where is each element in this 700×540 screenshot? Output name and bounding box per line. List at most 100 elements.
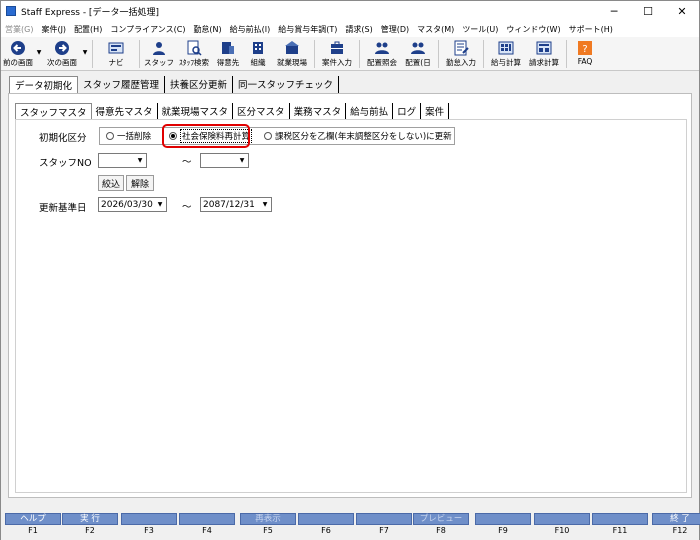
menu-item[interactable]: コンプライアンス(C) [106,24,189,35]
chevron-down-icon: ▼ [237,155,247,166]
fkey-button[interactable] [121,513,177,525]
staff-button[interactable]: スタッフ [143,37,175,71]
fkey-f3[interactable]: F3 [121,513,177,538]
date-to-select[interactable]: 2087/12/31 ▼ [200,197,272,212]
fkey-label: F11 [612,526,628,535]
subtab-case[interactable]: 案件 [421,103,450,119]
staff-search-button[interactable]: ｽﾀｯﾌ検索 [175,37,213,71]
update-date-label: 更新基準日 [39,203,87,214]
fkey-f8[interactable]: プレビュー F8 [413,513,469,538]
fkey-f11[interactable]: F11 [592,513,648,538]
fkey-button[interactable]: 終 了 [652,513,700,525]
menu-item[interactable]: 請求(S) [341,24,376,35]
menu-item[interactable]: 給与賞与年調(T) [274,24,341,35]
fkey-f5[interactable]: 再表示 F5 [240,513,296,538]
tab-dependent-update[interactable]: 扶養区分更新 [165,76,234,93]
fkey-f10[interactable]: F10 [534,513,590,538]
forward-button[interactable]: 次の画面 [43,37,81,71]
radio-indicator [264,132,273,140]
fkey-label: F1 [28,526,38,535]
fkey-button[interactable] [592,513,648,525]
fkey-button[interactable] [356,513,412,525]
function-key-bar: ヘルプ F1 実 行 F2 F3 F4 再表示 F5 F6 F7 プレビュー F8 F9 F10 F11 終 … [1,511,700,540]
fkey-label: F7 [379,526,389,535]
svg-text:?: ? [582,44,587,55]
fkey-f7[interactable]: F7 [356,513,412,538]
menu-item[interactable]: 案件(J) [37,24,70,35]
menu-item[interactable]: ツール(U) [458,24,502,35]
organization-button[interactable]: 組織 [243,37,273,71]
forward-dropdown-icon[interactable]: ▼ [81,37,89,56]
subtab-worksite-master[interactable]: 就業現場マスタ [158,103,234,119]
fkey-button[interactable]: ヘルプ [5,513,61,525]
placement-daily-button[interactable]: 配置(日 [401,37,435,71]
fkey-button[interactable]: 実 行 [62,513,118,525]
worksite-icon [284,40,300,56]
organization-icon [250,40,266,56]
fkey-label: F3 [144,526,154,535]
app-logo-icon [6,6,16,16]
fkey-label: F4 [202,526,212,535]
toolbar: 前の画面 ▼ 次の画面 ▼ ナビ スタッフ ｽﾀｯﾌ検索 得意先 組織 就業現場… [1,37,699,71]
clear-button[interactable]: 解除 [126,175,154,191]
subtab-staff-master[interactable]: スタッフマスタ [15,103,92,119]
subtab-work-master[interactable]: 業務マスタ [290,103,347,119]
date-from-select[interactable]: 2026/03/30 ▼ [98,197,167,212]
attendance-entry-button[interactable]: 勤怠入力 [442,37,480,71]
staff-search-icon [186,40,202,56]
menu-item[interactable]: 給与前払(I) [226,24,275,35]
title-bar: Staff Express - [データ一括処理] ─ ☐ ✕ [1,1,699,21]
case-entry-button[interactable]: 案件入力 [318,37,356,71]
faq-button[interactable]: ? FAQ [570,37,600,71]
subtab-category-master[interactable]: 区分マスタ [233,103,290,119]
payroll-button[interactable]: 給与計算 [487,37,525,71]
maximize-icon[interactable]: ☐ [631,1,665,21]
staff-no-label: スタッフNO [39,158,92,169]
fkey-button[interactable] [475,513,531,525]
back-dropdown-icon[interactable]: ▼ [35,37,43,56]
radio-indicator [106,132,114,140]
fkey-button[interactable] [298,513,354,525]
tab-data-init[interactable]: データ初期化 [9,76,79,93]
fkey-button[interactable]: プレビュー [413,513,469,525]
client-button[interactable]: 得意先 [213,37,243,71]
subtab-client-master[interactable]: 得意先マスタ [92,103,158,119]
init-type-label: 初期化区分 [39,133,87,144]
fkey-f1[interactable]: ヘルプ F1 [5,513,61,538]
menu-item[interactable]: マスタ(M) [413,24,458,35]
staff-no-to-select[interactable]: ▼ [200,153,249,168]
navi-button[interactable]: ナビ [96,37,136,71]
menu-item[interactable]: サポート(H) [565,24,617,35]
minimize-icon[interactable]: ─ [597,1,631,21]
fkey-button[interactable] [534,513,590,525]
menu-item[interactable]: 営業(G) [1,24,37,35]
fkey-label: F6 [321,526,331,535]
menu-item[interactable]: 勤怠(N) [189,24,225,35]
fkey-f6[interactable]: F6 [298,513,354,538]
case-entry-icon [329,40,345,56]
fkey-f2[interactable]: 実 行 F2 [62,513,118,538]
radio-bulk-delete[interactable]: 一括削除 [106,130,151,142]
tab-staff-history[interactable]: スタッフ履歴管理 [78,76,166,93]
fkey-f4[interactable]: F4 [179,513,235,538]
filter-button[interactable]: 絞込 [98,175,124,191]
menu-item[interactable]: ウィンドウ(W) [502,24,564,35]
fkey-button[interactable] [179,513,235,525]
fkey-button[interactable]: 再表示 [240,513,296,525]
staff-no-from-select[interactable]: ▼ [98,153,147,168]
radio-update-tax-otsu[interactable]: 課税区分を乙欄(年末調整区分をしない)に更新 [264,130,452,142]
back-button[interactable]: 前の画面 [1,37,35,71]
billing-button[interactable]: 請求計算 [525,37,563,71]
placement-inquiry-button[interactable]: 配置照会 [363,37,401,71]
subtab-salary-advance[interactable]: 給与前払 [346,103,394,119]
placement-daily-icon [410,40,426,56]
fkey-f12[interactable]: 終 了 F12 [652,513,700,538]
subtab-log[interactable]: ログ [393,103,422,119]
worksite-button[interactable]: 就業現場 [273,37,311,71]
menu-item[interactable]: 配置(H) [70,24,106,35]
close-icon[interactable]: ✕ [665,1,699,21]
tab-duplicate-staff-check[interactable]: 同一スタッフチェック [233,76,340,93]
fkey-f9[interactable]: F9 [475,513,531,538]
fkey-label: F10 [554,526,570,535]
menu-item[interactable]: 管理(D) [377,24,413,35]
